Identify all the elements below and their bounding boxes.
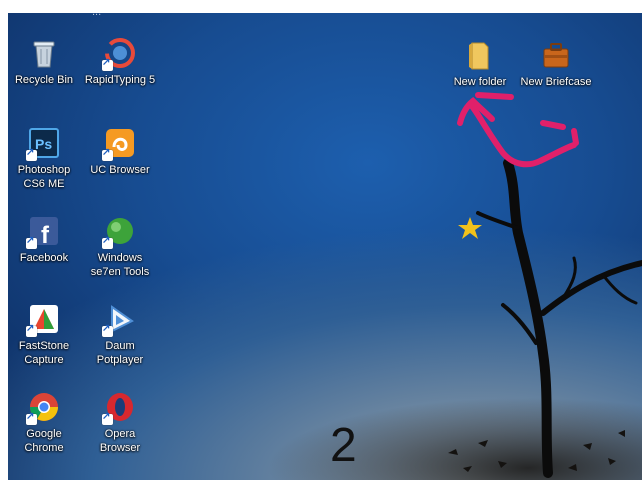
desktop-icon-label: Facebook xyxy=(19,252,69,264)
pen-annotation xyxy=(457,92,579,168)
desktop-icon-potplayer[interactable]: Daum Potplayer xyxy=(84,303,156,367)
desktop-icon-label: Photoshop CS6 ME xyxy=(17,164,71,190)
desktop-icon-label: Google Chrome xyxy=(24,428,64,454)
desktop-icon-label: Opera Browser xyxy=(99,428,141,454)
desktop-icon-label: Windows se7en Tools xyxy=(90,252,150,278)
desktop-icon-label: Recycle Bin xyxy=(14,74,74,86)
desktop-icon-faststone[interactable]: FastStone Capture xyxy=(8,303,80,367)
uc-browser-icon xyxy=(102,127,136,161)
briefcase-icon xyxy=(540,39,572,71)
rapidtyping-icon xyxy=(102,37,136,71)
desktop-icon-label: New Briefcase xyxy=(520,76,592,88)
star-decoration xyxy=(458,217,482,239)
folder-icon xyxy=(464,39,496,71)
desktop-icon-label: Daum Potplayer xyxy=(96,340,144,366)
desktop-icon-recycle-bin[interactable]: Recycle Bin xyxy=(8,37,80,87)
desktop-icon-label: UC Browser xyxy=(90,164,150,176)
potplayer-icon xyxy=(102,303,136,337)
desktop-icon-new-folder[interactable]: New folder xyxy=(444,39,516,89)
desktop-icon-opera[interactable]: Opera Browser xyxy=(84,391,156,455)
cut-off-text: ... xyxy=(92,13,232,18)
desktop-icon-label: FastStone Capture xyxy=(18,340,70,366)
photoshop-icon: Ps xyxy=(26,127,60,161)
desktop-icon-uc-browser[interactable]: UC Browser xyxy=(84,127,156,177)
desktop-icon-windows-seven-tools[interactable]: Windows se7en Tools xyxy=(84,215,156,279)
faststone-icon xyxy=(26,303,60,337)
desktop-icon-rapidtyping[interactable]: RapidTyping 5 xyxy=(84,37,156,87)
windows-seven-tools-icon xyxy=(102,215,136,249)
desktop-icon-label: RapidTyping 5 xyxy=(84,74,156,86)
desktop-icon-label: New folder xyxy=(453,76,507,88)
desktop-icon-photoshop[interactable]: Ps Photoshop CS6 ME xyxy=(8,127,80,191)
desktop-icon-chrome[interactable]: Google Chrome xyxy=(8,391,80,455)
opera-icon xyxy=(102,391,136,425)
desktop-icon-new-briefcase[interactable]: New Briefcase xyxy=(520,39,592,89)
chrome-icon xyxy=(26,391,60,425)
facebook-icon: f xyxy=(26,215,60,249)
svg-text:Ps: Ps xyxy=(35,136,52,152)
desktop-icon-facebook[interactable]: f Facebook xyxy=(8,215,80,265)
page-number: 2 xyxy=(330,419,357,472)
recycle-bin-icon xyxy=(28,37,60,69)
desktop[interactable]: ... Recycle Bin Ps Photoshop CS6 ME f Fa… xyxy=(8,13,642,480)
svg-text:f: f xyxy=(41,222,50,247)
